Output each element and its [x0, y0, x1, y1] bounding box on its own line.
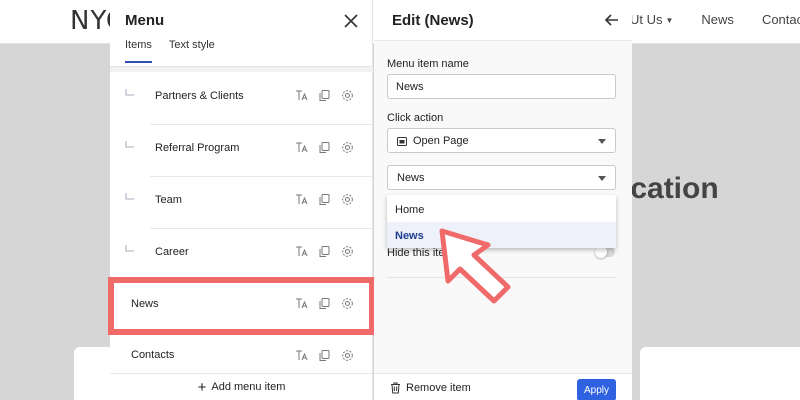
plus-icon: + — [197, 378, 207, 396]
menu-item-career[interactable]: Career — [110, 228, 373, 280]
divider — [150, 228, 373, 229]
menu-item-label: Contacts — [131, 349, 175, 361]
edit-footer: Remove item Apply — [374, 373, 632, 400]
page-dropdown-menu: Home News — [387, 195, 616, 248]
item-actions — [295, 89, 354, 102]
menu-item-name-input[interactable] — [387, 74, 616, 99]
menu-item-label: News — [131, 298, 159, 310]
item-actions — [295, 193, 354, 206]
tab-text-style[interactable]: Text style — [169, 39, 215, 63]
menu-item-team[interactable]: Team — [110, 176, 373, 228]
gear-icon[interactable] — [341, 89, 354, 102]
divider — [150, 176, 373, 177]
dropdown-option-news[interactable]: News — [387, 222, 616, 248]
nav-news[interactable]: News — [701, 12, 734, 27]
click-action-label: Click action — [387, 112, 444, 124]
nav-contacts[interactable]: Contacts — [762, 12, 800, 27]
menu-item-contacts[interactable]: Contacts — [110, 332, 373, 373]
text-style-icon[interactable] — [295, 193, 308, 206]
sub-item-arrow-icon — [125, 193, 134, 200]
remove-item-button[interactable]: Remove item — [390, 382, 471, 394]
site-card — [640, 347, 800, 400]
click-action-value: Open Page — [413, 135, 469, 147]
chevron-down-icon — [598, 176, 606, 181]
item-actions — [295, 141, 354, 154]
back-arrow-icon[interactable] — [604, 12, 620, 28]
site-nav: Ut Us▼ News Contacts — [630, 12, 800, 27]
page-select-value: News — [397, 172, 425, 184]
menu-item-news[interactable]: News — [110, 280, 373, 332]
dropdown-option-home[interactable]: Home — [387, 196, 616, 222]
item-actions — [295, 245, 354, 258]
divider — [150, 124, 373, 125]
text-style-icon[interactable] — [295, 89, 308, 102]
panel-title: Menu — [125, 12, 165, 29]
menu-item-referral-program[interactable]: Referral Program — [110, 124, 373, 176]
page-select[interactable]: News — [387, 165, 616, 190]
menu-item-partners-clients[interactable]: Partners & Clients — [110, 72, 373, 124]
divider — [387, 277, 616, 278]
tab-items[interactable]: Items — [125, 39, 152, 63]
tab-bar: Items Text style — [125, 39, 215, 63]
add-menu-item-label: Add menu item — [211, 381, 286, 393]
item-actions — [295, 349, 354, 362]
text-style-icon[interactable] — [295, 349, 308, 362]
add-menu-item-button[interactable]: + Add menu item — [110, 373, 373, 400]
duplicate-icon[interactable] — [318, 89, 331, 102]
duplicate-icon[interactable] — [318, 349, 331, 362]
hide-item-label: Hide this ite — [387, 247, 445, 259]
gear-icon[interactable] — [341, 141, 354, 154]
click-action-select[interactable]: Open Page — [387, 128, 616, 153]
chevron-down-icon — [598, 139, 606, 144]
edit-header: Edit (News) — [374, 0, 632, 41]
remove-item-label: Remove item — [406, 382, 471, 394]
edit-panel: Edit (News) Menu item name Click action … — [374, 0, 632, 400]
text-style-icon[interactable] — [295, 297, 308, 310]
menu-item-label: Partners & Clients — [155, 90, 244, 102]
duplicate-icon[interactable] — [318, 141, 331, 154]
site-card — [74, 347, 114, 400]
item-actions — [295, 297, 354, 310]
trash-icon — [391, 382, 400, 394]
caret-down-icon: ▼ — [665, 16, 674, 26]
edit-title: Edit (News) — [392, 12, 474, 29]
gear-icon[interactable] — [341, 193, 354, 206]
hide-item-toggle[interactable] — [595, 246, 615, 258]
menu-item-name-label: Menu item name — [387, 58, 469, 70]
sub-item-arrow-icon — [125, 245, 134, 252]
sub-item-arrow-icon — [125, 89, 134, 96]
menu-panel: Menu Items Text style Partners & Clients… — [110, 0, 373, 400]
gear-icon[interactable] — [341, 297, 354, 310]
divider — [110, 332, 373, 333]
sub-item-arrow-icon — [125, 141, 134, 148]
gear-icon[interactable] — [341, 349, 354, 362]
page-icon — [397, 137, 407, 146]
menu-item-label: Career — [155, 246, 189, 258]
duplicate-icon[interactable] — [318, 297, 331, 310]
close-icon[interactable] — [342, 12, 360, 30]
duplicate-icon[interactable] — [318, 245, 331, 258]
menu-item-label: Team — [155, 194, 182, 206]
menu-item-label: Referral Program — [155, 142, 240, 154]
duplicate-icon[interactable] — [318, 193, 331, 206]
text-style-icon[interactable] — [295, 245, 308, 258]
gear-icon[interactable] — [341, 245, 354, 258]
apply-button[interactable]: Apply — [577, 379, 616, 400]
nav-about-us[interactable]: Ut Us ▼ — [630, 12, 673, 27]
text-style-icon[interactable] — [295, 141, 308, 154]
